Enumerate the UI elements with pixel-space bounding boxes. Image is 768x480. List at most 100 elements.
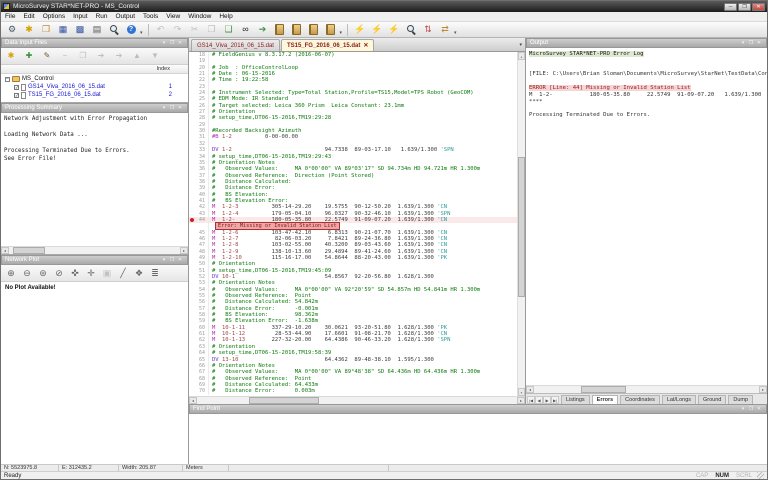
print-preview-icon[interactable] (106, 23, 122, 37)
scroll-left-icon[interactable]: ◂ (189, 397, 197, 404)
print-icon[interactable]: ▤ (89, 23, 105, 37)
paste-icon[interactable]: ❑ (221, 23, 237, 37)
scroll-right-icon[interactable]: ▸ (759, 386, 767, 393)
panel-menu-icon[interactable]: ▾ (160, 39, 168, 47)
help-icon[interactable]: ? (123, 23, 139, 37)
output-header[interactable]: Output ▾❐✕ (526, 38, 767, 48)
tab-close-icon[interactable]: ✕ (363, 42, 368, 49)
input-book-icon[interactable] (272, 23, 288, 37)
checkbox-icon[interactable]: ✓ (14, 85, 19, 90)
layers-icon[interactable]: ≣ (148, 267, 162, 280)
panel-float-icon[interactable]: ❐ (747, 405, 755, 413)
input-files-tree[interactable]: −MS_Control✓GS14_Viva_2016_06_15.dat1✓TS… (1, 74, 188, 102)
panel-menu-icon[interactable]: ▾ (160, 256, 168, 264)
panel-float-icon[interactable]: ❐ (747, 39, 755, 47)
run-blunder-detect-icon[interactable]: ⚡ (386, 23, 402, 37)
menu-view[interactable]: View (162, 12, 184, 21)
panel-float-icon[interactable]: ❐ (168, 39, 176, 47)
menu-edit[interactable]: Edit (19, 12, 38, 21)
scroll-up-icon[interactable]: ▴ (518, 52, 525, 60)
find-point-header[interactable]: Find Point ▾❐✕ (189, 404, 767, 414)
points-reorder-icon[interactable]: ⇅ (420, 23, 436, 37)
scroll-left-icon[interactable]: ◂ (1, 247, 9, 254)
data-check-icon[interactable] (403, 23, 419, 37)
open-icon[interactable]: ❒ (38, 23, 54, 37)
scroll-down-icon[interactable]: ▾ (518, 388, 525, 396)
editor-vscrollbar[interactable]: ▴ ▾ (517, 52, 525, 396)
output-tab-nav-icon[interactable]: ◀ (535, 396, 543, 404)
summary-hscrollbar[interactable]: ◂ ▸ (1, 246, 188, 254)
toolbar-overflow-icon[interactable]: ▾ (454, 30, 458, 37)
processing-summary-header[interactable]: Processing Summary ▾❐✕ (1, 103, 188, 113)
zoom-extents-icon[interactable]: ⊛ (36, 267, 50, 280)
scroll-right-icon[interactable]: ▸ (180, 247, 188, 254)
menu-output[interactable]: Output (112, 12, 140, 21)
scrollbar-thumb[interactable] (13, 247, 45, 254)
editor-hscrollbar[interactable]: ◂ ▸ (189, 396, 525, 404)
dump-book-icon[interactable] (323, 23, 339, 37)
panel-close-icon[interactable]: ✕ (176, 39, 184, 47)
scrollbar-thumb[interactable] (581, 386, 626, 393)
tree-file-row[interactable]: ✓GS14_Viva_2016_06_15.dat1 (1, 83, 188, 91)
run-preanalysis-icon[interactable]: ⚡ (369, 23, 385, 37)
find-point-icon[interactable]: ❖ (132, 267, 146, 280)
tab-list-dropdown-icon[interactable]: ▾ (519, 42, 522, 48)
menu-options[interactable]: Options (39, 12, 69, 21)
output-hscrollbar[interactable]: ◂ ▸ (526, 385, 767, 393)
network-plot-canvas[interactable]: No Plot Available! (1, 282, 188, 464)
menu-run[interactable]: Run (92, 12, 112, 21)
editor-tab[interactable]: GS14_Viva_2016_06_15.dat (191, 39, 280, 51)
inverse-icon[interactable]: ╱ (116, 267, 130, 280)
resize-grip[interactable] (757, 472, 764, 479)
scrollbar-thumb[interactable] (249, 397, 319, 404)
minimize-button[interactable]: ─ (724, 3, 737, 11)
menu-window[interactable]: Window (184, 12, 215, 21)
center-point-icon[interactable]: ✜ (68, 267, 82, 280)
menu-tools[interactable]: Tools (139, 12, 162, 21)
code-editor[interactable]: 18# FieldGenius v 8.3.17.2 (2016-06-07)1… (189, 52, 525, 396)
zoom-previous-icon[interactable]: ⊘ (52, 267, 66, 280)
network-plot-header[interactable]: Network Plot ▾❐✕ (1, 255, 188, 265)
output-tab-dump[interactable]: Dump (728, 395, 753, 404)
output-tab-errors[interactable]: Errors (592, 395, 619, 404)
tree-file-row[interactable]: ✓TS15_FG_2016_06_15.dat2 (1, 91, 188, 99)
panel-float-icon[interactable]: ❐ (168, 256, 176, 264)
output-book-icon[interactable] (289, 23, 305, 37)
new-file-icon[interactable]: ✱ (21, 23, 37, 37)
edit-file-icon[interactable]: ✎ (39, 50, 55, 63)
data-input-files-header[interactable]: Data Input Files ▾❐✕ (1, 38, 188, 48)
panel-menu-icon[interactable]: ▾ (160, 104, 168, 112)
panel-close-icon[interactable]: ✕ (755, 39, 763, 47)
tree-root-row[interactable]: −MS_Control (1, 75, 188, 83)
scroll-right-icon[interactable]: ▸ (517, 397, 525, 404)
output-tab-listings[interactable]: Listings (561, 395, 590, 404)
zoom-out-icon[interactable]: ⊖ (20, 267, 34, 280)
save-all-icon[interactable]: ▩ (72, 23, 88, 37)
panel-float-icon[interactable]: ❐ (168, 104, 176, 112)
toolbar-overflow-icon[interactable]: ▾ (340, 30, 344, 37)
panel-close-icon[interactable]: ✕ (755, 405, 763, 413)
panel-close-icon[interactable]: ✕ (176, 104, 184, 112)
scroll-left-icon[interactable]: ◂ (526, 386, 534, 393)
save-icon[interactable]: ▦ (55, 23, 71, 37)
output-tab-nav-icon[interactable]: ▶| (551, 396, 559, 404)
output-tab-latlongs[interactable]: Lat/Longs (662, 395, 696, 404)
close-button[interactable]: ✕ (752, 3, 765, 11)
pan-icon[interactable]: ✛ (84, 267, 98, 280)
listing-book-icon[interactable] (306, 23, 322, 37)
output-tab-coordinates[interactable]: Coordinates (620, 395, 660, 404)
find-icon[interactable]: ∞ (238, 23, 254, 37)
zoom-in-icon[interactable]: ⊕ (4, 267, 18, 280)
maximize-button[interactable]: ❐ (738, 3, 751, 11)
menu-input[interactable]: Input (69, 12, 91, 21)
menu-help[interactable]: Help (215, 12, 236, 21)
toolbar-overflow-icon[interactable]: ▾ (140, 30, 144, 37)
new-data-file-icon[interactable]: ✚ (21, 50, 37, 63)
stations-tool-icon[interactable]: ⇄ (437, 23, 453, 37)
find-point-content[interactable] (189, 414, 767, 464)
import-icon[interactable]: ➔ (255, 23, 271, 37)
panel-menu-icon[interactable]: ▾ (739, 405, 747, 413)
add-files-icon[interactable]: ✱ (3, 50, 19, 63)
expander-icon[interactable]: − (5, 77, 10, 82)
output-tab-ground[interactable]: Ground (698, 395, 726, 404)
